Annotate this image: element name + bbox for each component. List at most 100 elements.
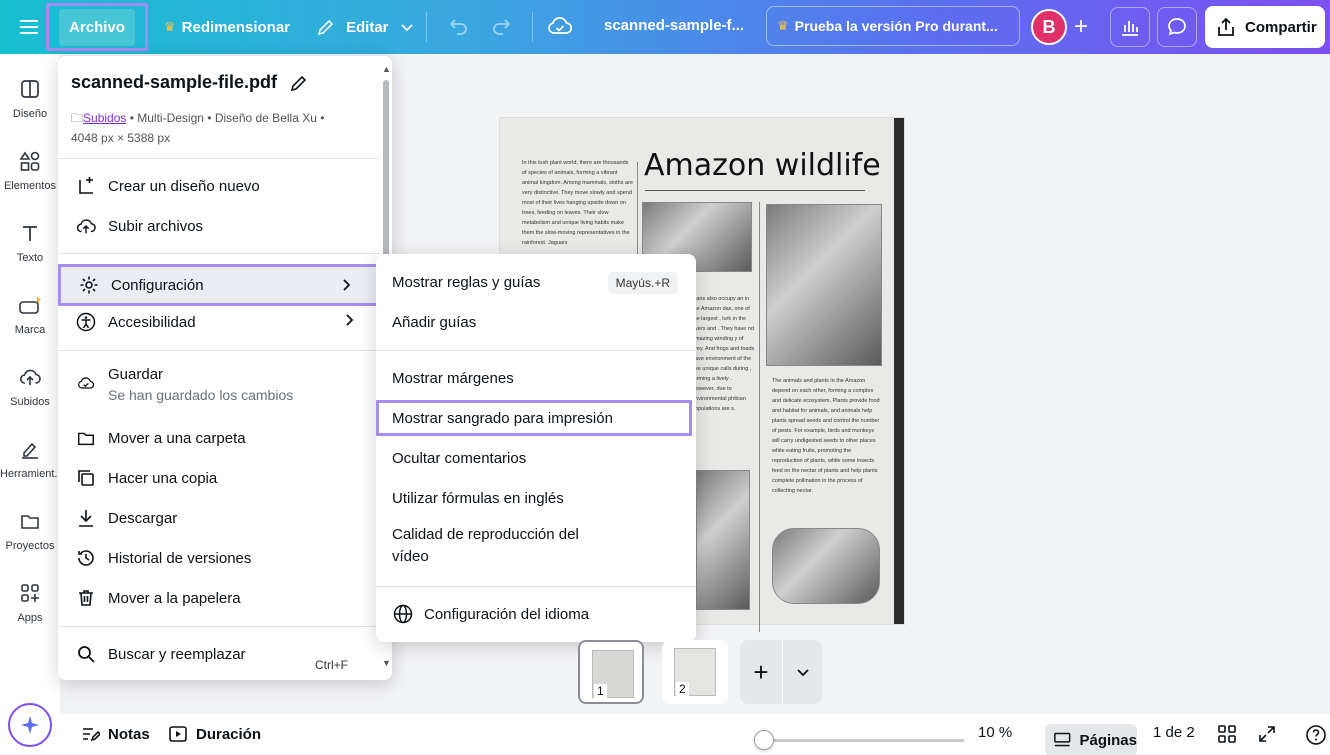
pages-button[interactable]: Páginas <box>1045 724 1137 755</box>
sidebar-item-subidos[interactable]: Subidos <box>0 366 60 408</box>
zoom-level[interactable]: 10 % <box>978 724 1012 741</box>
sidebar-item-diseno[interactable]: Diseño <box>0 78 60 120</box>
add-page-icon[interactable]: + <box>740 657 782 688</box>
divider <box>782 640 783 704</box>
separator <box>58 253 380 254</box>
zoom-slider-knob[interactable] <box>754 730 774 750</box>
pro-trial-button[interactable]: ♛ Prueba la versión Pro durant... <box>766 6 1020 46</box>
share-button[interactable]: Compartir <box>1205 6 1325 48</box>
sidebar-item-texto[interactable]: Texto <box>0 222 60 264</box>
page-thumbnail-1[interactable]: 1 <box>578 640 644 704</box>
version-history-item[interactable]: Historial de versiones <box>58 538 380 578</box>
item-label: vídeo <box>392 548 429 565</box>
accessibility-icon <box>76 312 96 332</box>
crown-icon: ♛ <box>164 19 176 34</box>
new-design-item[interactable]: Crear un diseño nuevo <box>58 166 380 206</box>
download-item[interactable]: Descargar <box>58 498 380 538</box>
share-label: Compartir <box>1245 18 1317 36</box>
show-margins-item[interactable]: Mostrar márgenes <box>376 358 696 398</box>
top-bar: Archivo ♛ Redimensionar Editar scanned-s… <box>0 0 1330 54</box>
add-page-control: + <box>740 640 822 704</box>
item-label: Guardar <box>108 366 164 383</box>
item-label: Accesibilidad <box>108 313 196 331</box>
move-trash-item[interactable]: Mover a la papelera <box>58 578 380 618</box>
share-icon <box>1218 17 1234 36</box>
redo-icon[interactable] <box>488 12 518 47</box>
separator <box>58 626 380 627</box>
apps-icon <box>21 584 39 602</box>
upload-files-item[interactable]: Subir archivos <box>58 206 380 246</box>
show-bleed-item[interactable]: Mostrar sangrado para impresión <box>376 400 692 436</box>
item-label: Crear un diseño nuevo <box>108 177 260 195</box>
column-divider <box>759 202 760 632</box>
file-name[interactable]: scanned-sample-file.pdf <box>71 72 277 93</box>
sidebar-item-elementos[interactable]: Elementos <box>0 150 60 192</box>
language-settings-item[interactable]: Configuración del idioma <box>376 594 696 634</box>
scroll-up-icon[interactable]: ▲ <box>382 64 391 74</box>
document-name[interactable]: scanned-sample-f... <box>604 17 744 34</box>
edit-button[interactable]: Editar <box>304 7 427 47</box>
uploads-link[interactable]: Subidos <box>83 111 126 125</box>
sidebar-item-label: Diseño <box>12 108 48 120</box>
move-folder-item[interactable]: Mover a una carpeta <box>58 418 380 458</box>
settings-item[interactable]: Configuración <box>58 264 380 306</box>
fullscreen-icon[interactable] <box>1257 724 1277 744</box>
item-label: Buscar y reemplazar <box>108 645 246 663</box>
english-formulas-item[interactable]: Utilizar fórmulas en inglés <box>376 478 696 518</box>
left-sidebar: Diseño Elementos Texto Marca Subidos Her… <box>0 54 64 755</box>
undo-icon[interactable] <box>442 12 472 47</box>
giraffe-photo <box>696 470 750 610</box>
sidebar-item-proyectos[interactable]: Proyectos <box>0 510 60 552</box>
item-label: Descargar <box>108 509 178 527</box>
sidebar-item-herramientas[interactable]: Herramient... <box>0 438 64 480</box>
duration-button[interactable]: Duración <box>168 724 261 744</box>
sidebar-item-label: Subidos <box>10 396 50 408</box>
folder-icon <box>21 515 39 529</box>
chevron-down-icon[interactable] <box>795 664 811 680</box>
archivo-menu-button[interactable]: Archivo <box>46 3 148 51</box>
item-label: Ocultar comentarios <box>392 449 527 467</box>
notes-button[interactable]: Notas <box>80 724 150 744</box>
magic-assistant-button[interactable] <box>8 703 52 747</box>
video-quality-item[interactable]: Calidad de reproducción del vídeo <box>376 520 696 570</box>
gear-icon <box>80 276 98 294</box>
grid-view-icon[interactable] <box>1217 724 1237 744</box>
find-replace-item[interactable]: Buscar y reemplazar Ctrl+F <box>58 634 380 676</box>
pencil-icon[interactable] <box>289 73 309 93</box>
help-icon[interactable] <box>1305 724 1327 746</box>
insights-icon[interactable] <box>1110 7 1150 47</box>
add-collaborator-icon[interactable]: + <box>1066 9 1096 45</box>
save-item[interactable]: Guardar Se han guardado los cambios <box>58 360 380 414</box>
sidebar-item-label: Herramient... <box>0 468 64 480</box>
separator <box>58 350 380 351</box>
save-status: Se han guardado los cambios <box>108 387 294 403</box>
globe-icon <box>393 604 413 624</box>
item-label: Calidad de reproducción del <box>392 526 579 543</box>
page-thumbnail-2[interactable]: 2 <box>662 640 728 704</box>
add-guides-item[interactable]: Añadir guías <box>376 302 696 342</box>
brand-icon <box>19 296 41 314</box>
sidebar-item-label: Proyectos <box>5 540 55 552</box>
comment-icon[interactable] <box>1157 7 1197 47</box>
sparkle-icon <box>21 716 39 734</box>
sidebar-item-label: Marca <box>14 324 46 336</box>
sidebar-item-marca[interactable]: Marca <box>0 294 60 336</box>
separator <box>376 586 696 587</box>
document-column-3: The animals and plants in the Amazon dep… <box>772 378 880 494</box>
zoom-slider-track[interactable] <box>764 739 964 742</box>
resize-button[interactable]: ♛ Redimensionar <box>152 7 302 47</box>
cloud-saved-icon[interactable] <box>545 12 575 47</box>
separator <box>58 158 380 159</box>
hamburger-menu-icon[interactable] <box>14 12 44 42</box>
scroll-down-icon[interactable]: ▼ <box>382 658 391 668</box>
notes-label: Notas <box>108 725 150 743</box>
show-rulers-item[interactable]: Mostrar reglas y guías Mayús.+R <box>376 262 696 302</box>
sidebar-item-apps[interactable]: Apps <box>0 582 60 624</box>
hide-comments-item[interactable]: Ocultar comentarios <box>376 438 696 478</box>
make-copy-item[interactable]: Hacer una copia <box>58 458 380 498</box>
avatar[interactable]: B <box>1031 9 1067 45</box>
accessibility-item[interactable]: Accesibilidad <box>58 302 380 342</box>
pencil-icon <box>317 19 334 36</box>
meta-size: 4048 px × 5388 px <box>71 131 171 145</box>
item-label: Subir archivos <box>108 217 204 235</box>
